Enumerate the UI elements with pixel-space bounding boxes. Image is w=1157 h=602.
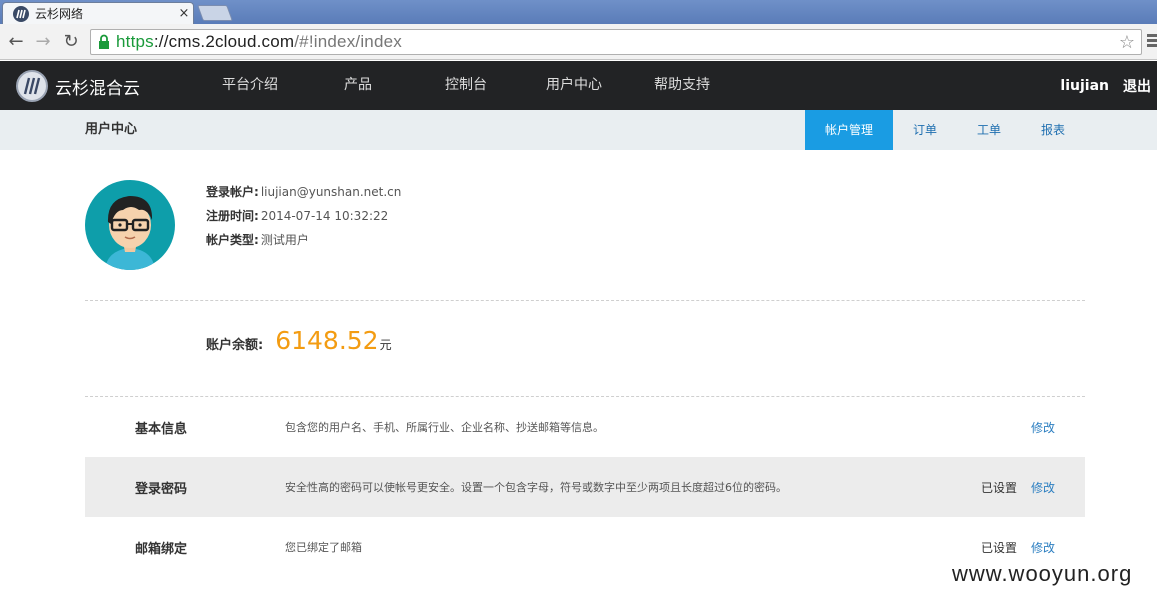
brand-logo-icon [16, 70, 48, 102]
site-header: 云杉混合云 平台介绍 产品 控制台 用户中心 帮助支持 liujian 退出 [0, 61, 1157, 110]
setting-description: 您已绑定了邮箱 [285, 541, 362, 554]
setting-name: 登录密码 [135, 481, 188, 497]
settings-list: 基本信息 包含您的用户名、手机、所属行业、企业名称、抄送邮箱等信息。 修改 登录… [85, 397, 1085, 577]
info-label: 登录帐户: [206, 185, 259, 199]
info-label: 帐户类型: [206, 233, 259, 247]
tab-account-management[interactable]: 帐户管理 [805, 110, 893, 150]
info-row-login: 登录帐户: liujian@yunshan.net.cn [206, 184, 401, 208]
nav-item-products[interactable]: 产品 [304, 61, 412, 110]
new-tab-button[interactable] [197, 5, 233, 21]
user-box: liujian 退出 [1060, 61, 1157, 110]
sub-nav: 用户中心 帐户管理 订单 工单 报表 [0, 110, 1157, 150]
balance-amount: 6148.52 [275, 326, 379, 355]
nav-item-user-center[interactable]: 用户中心 [520, 61, 628, 110]
setting-status: 已设置 [981, 540, 1018, 555]
info-label: 注册时间: [206, 209, 259, 223]
account-info: 登录帐户: liujian@yunshan.net.cn 注册时间: 2014-… [206, 184, 401, 256]
logout-link[interactable]: 退出 [1123, 76, 1151, 96]
username-link[interactable]: liujian [1060, 78, 1109, 94]
settings-row-email: 邮箱绑定 您已绑定了邮箱 已设置 修改 [85, 517, 1085, 577]
bookmark-star-icon[interactable]: ☆ [1119, 32, 1135, 53]
avatar [85, 180, 175, 270]
site-favicon-icon [13, 5, 29, 22]
edit-email-link[interactable]: 修改 [1031, 539, 1055, 556]
url-text: https://cms.2cloud.com/#!index/index [116, 32, 402, 51]
nav-item-console[interactable]: 控制台 [412, 61, 520, 110]
forward-icon[interactable]: → [33, 32, 53, 52]
browser-tab[interactable]: 云杉网络 × [2, 2, 194, 24]
sub-tabs: 帐户管理 订单 工单 报表 [805, 110, 1085, 150]
tab-title: 云杉网络 [35, 7, 84, 21]
browser-tabstrip: 云杉网络 × [0, 0, 1157, 24]
brand-name: 云杉混合云 [55, 78, 140, 99]
edit-basic-info-link[interactable]: 修改 [1031, 419, 1055, 436]
setting-description: 安全性高的密码可以使帐号更安全。设置一个包含字母，符号或数字中至少两项且长度超过… [285, 481, 787, 494]
nav-item-platform[interactable]: 平台介绍 [196, 61, 304, 110]
account-balance: 账户余额: 6148.52 元 [206, 326, 392, 355]
setting-name: 邮箱绑定 [135, 541, 188, 557]
edit-password-link[interactable]: 修改 [1031, 479, 1055, 496]
settings-row-basic-info: 基本信息 包含您的用户名、手机、所属行业、企业名称、抄送邮箱等信息。 修改 [85, 397, 1085, 457]
lock-icon [99, 34, 109, 49]
tab-tickets[interactable]: 工单 [957, 110, 1021, 150]
settings-row-password: 登录密码 安全性高的密码可以使帐号更安全。设置一个包含字母，符号或数字中至少两项… [85, 457, 1085, 517]
page-title: 用户中心 [85, 122, 138, 137]
browser-toolbar: ← → ↻ https://cms.2cloud.com/#!index/ind… [0, 24, 1157, 60]
info-value: 2014-07-14 10:32:22 [260, 209, 389, 223]
balance-label: 账户余额: [206, 338, 264, 353]
tab-close-icon[interactable]: × [175, 6, 193, 21]
tab-reports[interactable]: 报表 [1021, 110, 1085, 150]
info-row-account-type: 帐户类型: 测试用户 [206, 232, 401, 256]
setting-description: 包含您的用户名、手机、所属行业、企业名称、抄送邮箱等信息。 [285, 421, 604, 434]
brand-logo[interactable]: 云杉混合云 [16, 70, 140, 102]
watermark: www.wooyun.org [952, 561, 1133, 586]
info-row-registered: 注册时间: 2014-07-14 10:32:22 [206, 208, 401, 232]
tab-orders[interactable]: 订单 [893, 110, 957, 150]
back-icon[interactable]: ← [6, 32, 26, 52]
address-bar[interactable]: https://cms.2cloud.com/#!index/index ☆ [90, 29, 1142, 55]
info-value: 测试用户 [260, 233, 309, 247]
setting-status: 已设置 [981, 480, 1018, 495]
balance-unit: 元 [379, 338, 392, 352]
info-value: liujian@yunshan.net.cn [260, 185, 402, 199]
main-nav: 平台介绍 产品 控制台 用户中心 帮助支持 [196, 61, 736, 110]
reload-icon[interactable]: ↻ [61, 32, 81, 52]
avatar-illustration [105, 196, 155, 270]
divider [85, 300, 1085, 301]
nav-item-support[interactable]: 帮助支持 [628, 61, 736, 110]
browser-menu-icon[interactable] [1147, 32, 1157, 52]
setting-name: 基本信息 [135, 421, 188, 437]
